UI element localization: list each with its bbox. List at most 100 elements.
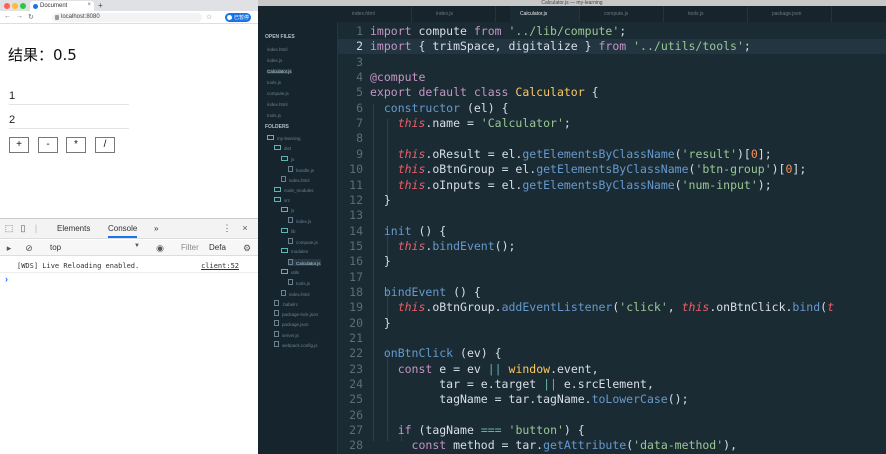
tab-console[interactable]: Console	[108, 224, 138, 238]
code-area[interactable]: import compute from '../lib/compute'; imp…	[370, 22, 886, 454]
line-number: 18	[349, 284, 363, 299]
gear-icon[interactable]: ⚙	[242, 243, 252, 253]
code-token: getAttribute	[543, 438, 627, 453]
folder-item[interactable]: node_modules	[274, 187, 314, 193]
code-line: @compute	[370, 70, 425, 84]
code-token: ;	[743, 39, 751, 54]
file-item[interactable]: compute.js	[288, 238, 318, 245]
code-token: .event,	[550, 361, 599, 376]
browser-tab[interactable]: Document ×	[30, 1, 94, 11]
file-item[interactable]: package.json	[274, 320, 309, 327]
line-number-gutter: 1 2 3 4 5 6 7 8 9 10 11 12 13 14 15 16 17 18 19 20 21 22 23 24 2…	[338, 22, 368, 454]
open-file-item[interactable]: index.js	[267, 58, 282, 63]
add-button[interactable]: +	[9, 137, 29, 153]
subtract-button[interactable]: -	[38, 137, 58, 153]
number-input-1[interactable]	[9, 87, 129, 105]
line-number: 20	[349, 315, 363, 330]
folder-item[interactable]: js	[281, 207, 294, 213]
file-item[interactable]: package-lock.json	[274, 310, 318, 317]
bookmark-star-icon[interactable]: ☆	[206, 13, 212, 21]
back-icon[interactable]: ←	[4, 13, 11, 20]
code-token: compute	[411, 24, 474, 38]
code-token: .onBtnClick.	[709, 300, 793, 315]
folder-item[interactable]: utils	[281, 269, 299, 275]
editor-tab[interactable]: tools.js	[678, 6, 748, 22]
divide-button[interactable]: /	[95, 137, 115, 153]
code-token: this	[397, 116, 426, 131]
kebab-menu-icon[interactable]: ⋮	[222, 223, 232, 233]
editor-tab[interactable]: index.html	[342, 6, 412, 22]
maximize-window-icon[interactable]	[20, 3, 26, 9]
more-tabs-icon[interactable]: »	[154, 224, 158, 233]
file-item[interactable]: webpack.config.js	[274, 341, 318, 348]
minimize-window-icon[interactable]	[12, 3, 18, 9]
line-number: 11	[349, 177, 363, 192]
multiply-button[interactable]: *	[66, 137, 86, 153]
number-input-2[interactable]	[9, 111, 129, 129]
address-bar-row: ← → ↻ localhost:8080 ☆ 已暂停	[0, 11, 258, 24]
file-item[interactable]: bundle.js	[288, 166, 314, 173]
open-file-item[interactable]: compute.js	[267, 91, 289, 96]
filter-input[interactable]: Filter	[181, 243, 199, 252]
editor-tab[interactable]: Calculator.js	[510, 6, 580, 22]
file-item[interactable]: Calculator.js	[288, 258, 321, 266]
profile-button[interactable]: 已暂停	[225, 13, 251, 22]
folder-item[interactable]: modules	[281, 248, 308, 254]
clear-console-icon[interactable]: ⊘	[24, 243, 34, 253]
line-number: 4	[356, 70, 363, 85]
eye-icon[interactable]: ◉	[155, 243, 165, 253]
close-window-icon[interactable]	[4, 3, 10, 9]
code-token: .oResult = el.	[425, 146, 523, 161]
editor-tab[interactable]: compute.js	[594, 6, 664, 22]
code-line: bindEvent () {	[370, 285, 481, 299]
code-token: (	[674, 177, 682, 192]
file-item[interactable]: index.html	[281, 176, 310, 183]
console-prompt[interactable]: ›	[5, 274, 8, 284]
close-devtools-icon[interactable]: ×	[240, 223, 250, 233]
code-line: const method = tar.getAttribute('data-me…	[370, 438, 737, 452]
line-number: 23	[349, 361, 363, 376]
log-levels-dropdown[interactable]: Defa	[209, 243, 226, 252]
file-item[interactable]: index.html	[281, 290, 310, 297]
code-token: import	[370, 39, 412, 54]
code-token: tar = e.target	[370, 377, 544, 392]
reload-icon[interactable]: ↻	[28, 13, 34, 21]
folder-item[interactable]: my-learning	[267, 135, 301, 141]
console-source-link[interactable]: client:52	[201, 262, 239, 270]
line-number: 17	[349, 269, 363, 284]
file-item[interactable]: tools.js	[288, 279, 310, 286]
code-token: .oInputs = el.	[425, 177, 523, 192]
context-selector[interactable]: top ▼	[50, 243, 140, 252]
open-file-item[interactable]: tools.js	[267, 113, 281, 118]
code-token: (tagName	[411, 423, 481, 438]
code-token: 'data-method'	[633, 438, 724, 453]
code-token: 'btn-group'	[695, 162, 772, 177]
new-tab-button[interactable]: +	[98, 1, 103, 10]
open-file-item[interactable]: tools.js	[267, 80, 281, 85]
folder-item[interactable]: js	[281, 156, 294, 162]
folder-item[interactable]: src	[274, 197, 290, 203]
device-toolbar-icon[interactable]: ▯	[18, 223, 28, 233]
close-tab-icon[interactable]: ×	[87, 2, 91, 8]
folder-item[interactable]: dist	[274, 145, 291, 151]
file-item[interactable]: .babelrc	[274, 300, 298, 307]
editor-tab[interactable]: package.json	[762, 6, 832, 22]
open-file-item[interactable]: index.html	[267, 47, 288, 52]
file-item[interactable]: index.js	[288, 217, 311, 224]
forward-icon[interactable]: →	[16, 13, 23, 20]
address-bar[interactable]: localhost:8080	[52, 13, 202, 22]
folder-item[interactable]: lib	[281, 228, 296, 234]
code-line: const e = ev || window.event,	[370, 362, 599, 376]
open-file-item[interactable]: index.html	[267, 102, 288, 107]
line-number: 14	[349, 223, 363, 238]
open-file-item[interactable]: Calculator.js	[267, 69, 292, 74]
editor-tab[interactable]: index.js	[426, 6, 496, 22]
file-item[interactable]: server.js	[274, 331, 299, 338]
inspect-element-icon[interactable]: ⬚	[4, 223, 14, 233]
code-token: this	[397, 146, 426, 161]
sidebar-toggle-icon[interactable]: ▸	[4, 243, 14, 253]
tab-elements[interactable]: Elements	[57, 224, 90, 233]
code-token: () {	[446, 284, 481, 299]
